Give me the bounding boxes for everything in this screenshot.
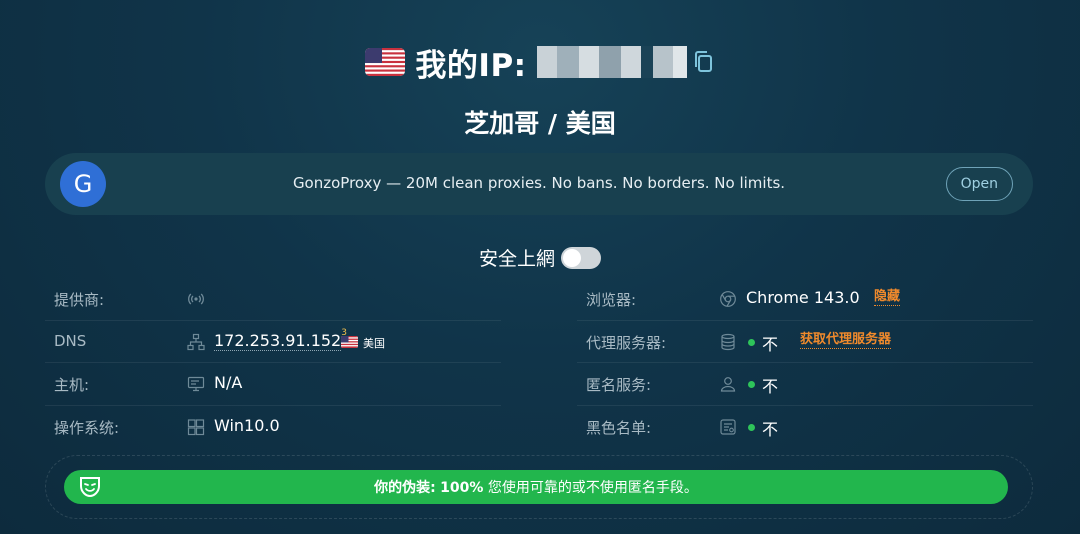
- ip-location: 芝加哥 / 美国: [464, 109, 616, 138]
- blacklist-label: 黑色名单:: [586, 418, 652, 437]
- proxy-status-dot: [748, 338, 755, 346]
- anonymizer-row: 匿名服务: 不: [577, 363, 1033, 406]
- dns-country: 美国: [363, 336, 385, 350]
- us-flag-icon: [341, 335, 358, 348]
- user-icon: [720, 377, 736, 392]
- ip-header: 我的IP: 芝加哥 / 美国: [0, 40, 1080, 140]
- safe-browsing-toggle[interactable]: [561, 246, 601, 269]
- browser-row: 浏览器: Chrome 143.0 隐藏: [577, 278, 1033, 321]
- windows-icon: [187, 418, 205, 435]
- ip-label: 我的IP:: [415, 47, 527, 84]
- dns-label: DNS: [54, 331, 87, 350]
- promo-open-button[interactable]: Open: [945, 167, 1013, 201]
- disguise-panel: 你的伪装: 100% 您使用可靠的或不使用匿名手段。: [45, 455, 1033, 519]
- anonymizer-status-dot: [748, 381, 755, 388]
- proxy-label: 代理服务器:: [586, 333, 667, 352]
- us-flag-icon: [365, 48, 406, 76]
- info-column-right: 浏览器: Chrome 143.0 隐藏 代理服务器: 不 获取代理服务器 匿名…: [577, 278, 1033, 448]
- os-value: Win10.0: [214, 415, 280, 435]
- provider-label: 提供商:: [54, 291, 105, 309]
- database-icon: [721, 333, 735, 350]
- proxy-value: 不: [762, 334, 779, 354]
- host-row: 主机: N/A: [45, 363, 501, 406]
- ip-value-redacted: [536, 46, 687, 78]
- anonymizer-label: 匿名服务:: [586, 376, 652, 394]
- blacklist-status-dot: [748, 423, 755, 431]
- browser-value: Chrome 143.0: [746, 288, 860, 307]
- dns-ip: 172.253.91.152: [214, 330, 342, 351]
- disguise-percent: 100%: [440, 480, 484, 496]
- proxy-row: 代理服务器: 不 获取代理服务器: [577, 321, 1033, 363]
- network-icon: [187, 333, 205, 350]
- host-label: 主机:: [54, 376, 90, 394]
- os-row: 操作系统: Win10.0: [45, 406, 501, 449]
- disguise-bar: 你的伪装: 100% 您使用可靠的或不使用匿名手段。: [64, 470, 1008, 504]
- hide-browser-link[interactable]: 隐藏: [874, 289, 901, 306]
- os-label: 操作系统:: [54, 418, 120, 437]
- dns-value[interactable]: 172.253.91.1523: [214, 328, 347, 351]
- copy-icon[interactable]: [693, 50, 715, 74]
- info-column-left: 提供商: DNS 172.253.91.1523 美国 主机: N/A 操作系统…: [45, 278, 501, 448]
- safe-browsing: 安全上網: [0, 244, 1080, 271]
- mask-icon: [80, 477, 100, 498]
- host-value: N/A: [214, 373, 243, 392]
- promo-text: GonzoProxy — 20M clean proxies. No bans.…: [292, 174, 786, 192]
- signal-icon: [188, 293, 204, 305]
- monitor-icon: [187, 376, 205, 392]
- safe-browsing-label: 安全上網: [478, 248, 555, 270]
- promo-banner: G GonzoProxy — 20M clean proxies. No ban…: [45, 153, 1033, 215]
- browser-label: 浏览器:: [586, 291, 637, 309]
- provider-row: 提供商:: [45, 278, 501, 321]
- dns-row: DNS 172.253.91.1523 美国: [45, 321, 501, 363]
- chrome-icon: [720, 291, 736, 307]
- disguise-text: 你的伪装: 100% 您使用可靠的或不使用匿名手段。: [374, 477, 698, 497]
- anonymizer-value: 不: [762, 377, 779, 396]
- disguise-message: 您使用可靠的或不使用匿名手段。: [487, 480, 698, 496]
- blacklist-row: 黑色名单: 不: [577, 406, 1033, 449]
- ip-line: 我的IP:: [365, 40, 714, 84]
- toggle-knob: [563, 248, 581, 267]
- blacklist-value: 不: [762, 419, 779, 439]
- get-proxy-link[interactable]: 获取代理服务器: [800, 332, 892, 349]
- list-icon: [720, 418, 736, 435]
- disguise-label: 你的伪装:: [374, 480, 436, 496]
